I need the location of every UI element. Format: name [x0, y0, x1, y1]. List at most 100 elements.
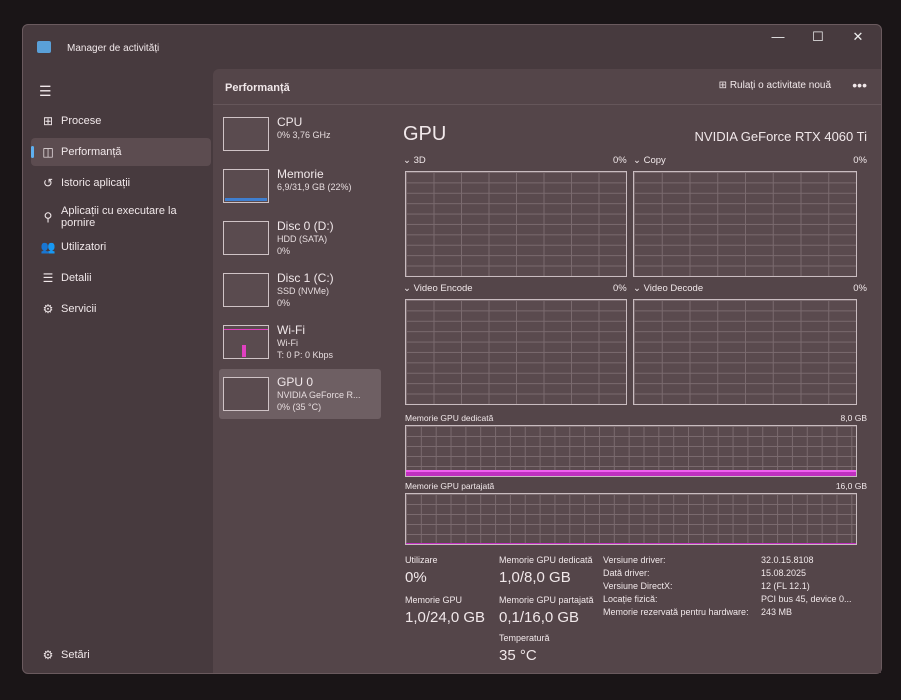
run-new-task-button[interactable]: ⊞ Rulați o activitate nouă — [719, 80, 831, 91]
close-button[interactable]: ✕ — [843, 29, 873, 45]
gear-icon: ⚙ — [42, 648, 54, 662]
run-task-label: Rulați o activitate nouă — [729, 80, 831, 91]
resource-item[interactable]: Disc 1 (C:) SSD (NVMe) 0% — [219, 265, 381, 315]
services-icon: ⚙ — [42, 302, 54, 316]
info-label: Versiune driver: — [603, 555, 666, 565]
nav-label: Servicii — [61, 303, 97, 315]
util-label: Utilizare — [405, 555, 438, 565]
resource-thumbnail — [223, 169, 269, 203]
sidebar-item-detalii[interactable]: ☰ Detalii — [31, 264, 211, 292]
gpu-mem-label: Memorie GPU — [405, 595, 463, 605]
resource-thumbnail — [223, 325, 269, 359]
resource-detail: 6,9/31,9 GB (22%) — [277, 182, 352, 192]
more-options-button[interactable]: ••• — [852, 77, 867, 93]
util-value: 0% — [405, 569, 427, 586]
info-label: Locație fizică: — [603, 594, 658, 604]
temp-label: Temperatură — [499, 633, 550, 643]
resource-item[interactable]: Memorie 6,9/31,9 GB (22%) — [219, 161, 381, 211]
performance-icon: ◫ — [42, 145, 54, 159]
settings-label: Setări — [61, 649, 90, 661]
resource-name: Wi-Fi — [277, 323, 305, 337]
engine-decode-label[interactable]: ⌄ Video Decode — [633, 283, 703, 294]
engine-decode-value: 0% — [853, 283, 867, 294]
dedicated-mem-max: 8,0 GB — [840, 413, 867, 423]
gpu-model: NVIDIA GeForce RTX 4060 Ti — [694, 129, 867, 144]
users-icon: 👥 — [40, 240, 56, 254]
run-task-icon: ⊞ — [718, 80, 730, 91]
nav-label: Utilizatori — [61, 241, 107, 253]
dedicated-memory-fill — [406, 469, 856, 476]
graph-video-encode — [405, 299, 627, 405]
nav-label: Performanță — [61, 146, 122, 158]
info-value: 12 (FL 12.1) — [761, 581, 810, 591]
maximize-button[interactable]: ☐ — [803, 29, 833, 45]
ded-value: 1,0/8,0 GB — [499, 569, 571, 586]
graph-dedicated-memory — [405, 425, 857, 477]
startup-icon: ⚲ — [43, 210, 53, 224]
title-bar: Manager de activități — ☐ ✕ — [23, 25, 881, 69]
hamburger-menu-icon[interactable]: ☰ — [39, 83, 52, 100]
app-icon — [37, 41, 51, 53]
history-icon: ↺ — [42, 176, 54, 190]
resource-item[interactable]: Disc 0 (D:) HDD (SATA) 0% — [219, 213, 381, 263]
panel-header: Performanță ⊞ Rulați o activitate nouă •… — [213, 69, 881, 105]
sidebar-item-servicii[interactable]: ⚙ Servicii — [31, 295, 211, 323]
engine-copy-label[interactable]: ⌄ Copy — [633, 155, 666, 166]
shared-mem-label: Memorie GPU partajată — [405, 481, 495, 491]
shared-mem-max: 16,0 GB — [835, 481, 867, 491]
resource-detail-2: 0% (35 °C) — [277, 402, 322, 412]
window-title: Manager de activități — [67, 43, 160, 54]
resource-item[interactable]: GPU 0 NVIDIA GeForce R... 0% (35 °C) — [219, 369, 381, 419]
resource-thumbnail — [223, 273, 269, 307]
resource-detail: SSD (NVMe) — [277, 286, 330, 296]
resource-detail: 0% 3,76 GHz — [277, 130, 331, 140]
temp-value: 35 °C — [499, 647, 537, 664]
resource-detail: Wi-Fi — [277, 338, 298, 348]
resource-item[interactable]: CPU 0% 3,76 GHz — [219, 109, 381, 159]
resource-name: GPU 0 — [277, 375, 314, 389]
shared-value: 0,1/16,0 GB — [499, 609, 580, 626]
info-value: 243 MB — [761, 607, 793, 617]
info-label: Versiune DirectX: — [603, 581, 673, 591]
processes-icon: ⊞ — [42, 114, 54, 128]
resource-detail: NVIDIA GeForce R... — [277, 390, 361, 400]
resource-list: CPU 0% 3,76 GHz Memorie 6,9/31,9 GB (22%… — [219, 109, 381, 421]
resource-name: Disc 1 (C:) — [277, 271, 334, 285]
nav-label: Istoric aplicații — [61, 177, 131, 189]
ded-label: Memorie GPU dedicată — [499, 555, 593, 565]
gpu-mem-value: 1,0/24,0 GB — [405, 609, 486, 626]
nav-label: Procese — [61, 115, 102, 127]
sidebar-item-utilizatori[interactable]: 👥 Utilizatori — [31, 233, 211, 261]
resource-detail: HDD (SATA) — [277, 234, 328, 244]
resource-name: CPU — [277, 115, 303, 129]
engine-3d-label[interactable]: ⌄ 3D — [403, 155, 426, 166]
graph-copy — [633, 171, 857, 277]
sidebar-item-procese[interactable]: ⊞ Procese — [31, 107, 211, 135]
info-value: 32.0.15.8108 — [761, 555, 814, 565]
minimize-button[interactable]: — — [763, 29, 793, 44]
gpu-title: GPU — [403, 123, 447, 145]
sidebar-item-performanta[interactable]: ◫ Performanță — [31, 138, 211, 166]
resource-detail-2: T: 0 P: 0 Kbps — [277, 350, 334, 360]
resource-thumbnail — [223, 221, 269, 255]
shared-memory-fill — [406, 543, 856, 544]
task-manager-window: Manager de activități — ☐ ✕ ☰ ⊞ Procese ◫… — [22, 24, 882, 674]
nav-label: Detalii — [61, 272, 92, 284]
settings-button[interactable]: ⚙ Setări — [31, 641, 211, 669]
resource-item[interactable]: Wi-Fi Wi-Fi T: 0 P: 0 Kbps — [219, 317, 381, 367]
engine-encode-value: 0% — [613, 283, 627, 294]
engine-encode-label[interactable]: ⌄ Video Encode — [403, 283, 473, 294]
graph-3d — [405, 171, 627, 277]
nav-label: Aplicații cu executare la pornire — [61, 205, 177, 229]
engine-copy-value: 0% — [853, 155, 867, 166]
info-label: Dată driver: — [603, 568, 650, 578]
info-value: PCI bus 45, device 0... — [761, 594, 852, 604]
resource-name: Memorie — [277, 167, 324, 181]
resource-name: Disc 0 (D:) — [277, 219, 334, 233]
shared-label: Memorie GPU partajată — [499, 595, 594, 605]
sidebar-item-pornire[interactable]: ⚲ Aplicații cu executare la pornire — [31, 200, 211, 234]
page-title: Performanță — [225, 82, 290, 94]
resource-thumbnail — [223, 377, 269, 411]
sidebar-item-istoric[interactable]: ↺ Istoric aplicații — [31, 169, 211, 197]
info-label: Memorie rezervată pentru hardware: — [603, 607, 749, 617]
